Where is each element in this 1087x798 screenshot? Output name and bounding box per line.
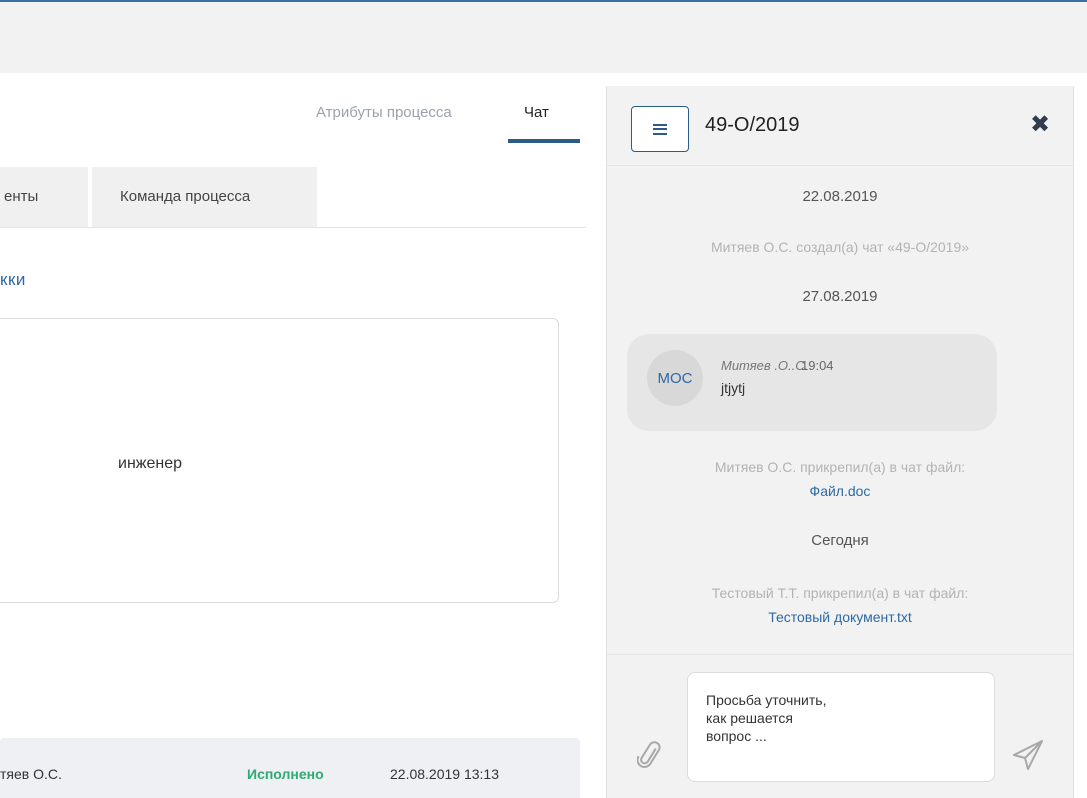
chat-title: 49-О/2019 xyxy=(705,114,800,136)
send-button[interactable] xyxy=(1011,738,1045,772)
message-author: Митяев .О..С. xyxy=(721,358,809,373)
subtabs-divider xyxy=(0,227,586,228)
chat-date-separator: 27.08.2019 xyxy=(802,288,878,305)
attachment-link[interactable]: Тестовый документ.txt xyxy=(768,609,912,625)
avatar: МОС xyxy=(647,350,703,406)
attachment-link[interactable]: Файл.doc xyxy=(810,483,871,499)
chat-attach-notice: Тестовый Т.Т. прикрепил(а) в чат файл: xyxy=(711,585,969,601)
close-icon: ✖ xyxy=(1029,111,1051,138)
paperclip-icon xyxy=(636,741,661,768)
subtab-documents-label: енты xyxy=(4,188,39,205)
history-row-person: тяев О.С. xyxy=(0,766,62,782)
message-text: jtjytj xyxy=(721,380,746,396)
chat-panel: 49-О/2019 ✖ 22.08.2019 Митяев О.С. созда… xyxy=(606,86,1074,798)
top-toolbar xyxy=(0,2,1087,73)
send-icon xyxy=(1013,740,1043,770)
active-tab-indicator xyxy=(508,139,580,143)
message-time: 19:04 xyxy=(801,358,834,373)
chat-close-button[interactable]: ✖ xyxy=(1027,112,1053,138)
chat-attachment: Тестовый документ.txt xyxy=(607,606,1073,628)
chat-message: МОС Митяев .О..С. 19:04 jtjytj xyxy=(627,334,997,431)
subtab-process-team[interactable]: Команда процесса xyxy=(92,167,317,227)
chat-attach-notice: Митяев О.С. прикрепил(а) в чат файл: xyxy=(714,459,966,475)
subtab-documents[interactable]: енты xyxy=(0,167,88,227)
message-input[interactable]: Просьба уточнить, как решается вопрос ..… xyxy=(687,672,995,782)
history-row-datetime: 22.08.2019 13:13 xyxy=(390,766,499,782)
app-root: Атрибуты процесса Чат енты Команда проце… xyxy=(0,0,1087,798)
menu-icon xyxy=(653,123,667,135)
tab-process-attributes[interactable]: Атрибуты процесса xyxy=(316,104,452,121)
card-value: инженер xyxy=(118,455,183,472)
chat-date-separator: Сегодня xyxy=(811,532,869,549)
chat-attachment: Файл.doc xyxy=(607,480,1073,502)
chat-header: 49-О/2019 ✖ xyxy=(607,86,1073,166)
info-card xyxy=(0,318,559,603)
section-heading: кки xyxy=(0,270,26,289)
composer-divider xyxy=(607,654,1073,655)
attach-file-button[interactable] xyxy=(636,738,663,770)
tab-chat[interactable]: Чат xyxy=(524,104,549,121)
chat-menu-button[interactable] xyxy=(631,106,689,152)
chat-created-notice: Митяев О.С. создал(а) чат «49-О/2019» xyxy=(710,239,970,255)
chat-date-separator: 22.08.2019 xyxy=(802,188,878,205)
history-row-status: Исполнено xyxy=(247,766,324,782)
